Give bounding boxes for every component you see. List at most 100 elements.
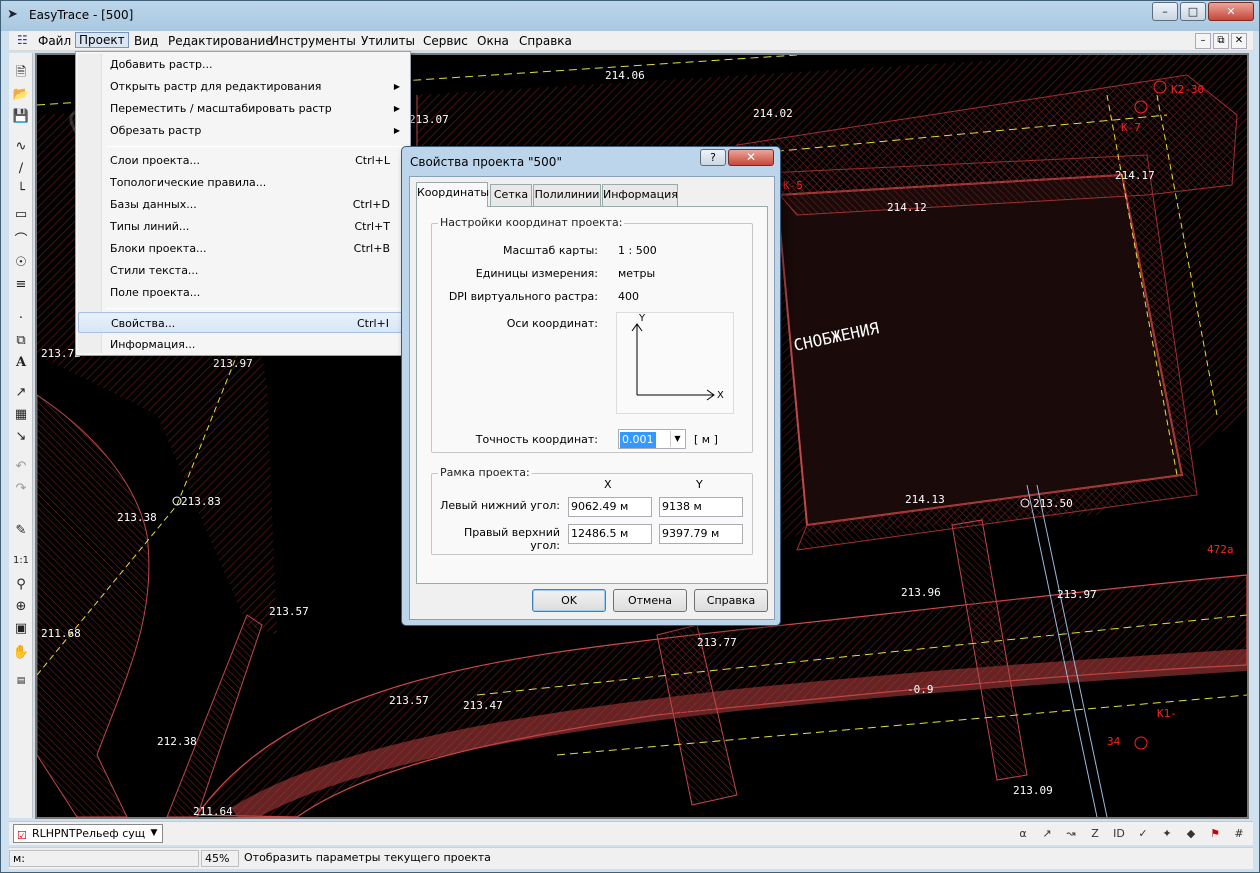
menu-view[interactable]: Вид (131, 33, 161, 49)
upper-right-label: Правый верхний угол: (463, 526, 560, 552)
block-icon[interactable]: ⧉ (11, 331, 31, 351)
map-label: 213.07 (409, 113, 449, 126)
z-snap-icon[interactable]: Z (1085, 824, 1105, 844)
menu-project[interactable]: Проект (75, 32, 129, 48)
arc-icon[interactable]: ⌒ (11, 231, 31, 251)
lower-left-x-field[interactable]: 9062.49 м (568, 497, 652, 517)
map-label: 213.50 (1033, 497, 1073, 510)
undo-icon[interactable]: ↶ (11, 457, 31, 477)
close-button[interactable]: ✕ (1208, 2, 1254, 21)
menu-item-add-raster[interactable]: Добавить растр... (78, 54, 408, 75)
menu-edit[interactable]: Редактирование (165, 33, 276, 49)
menu-tools[interactable]: Инструменты (267, 33, 359, 49)
mdi-controls: – ⧉ ✕ (1193, 32, 1247, 49)
menu-item-text-styles[interactable]: Стили текста... (78, 260, 408, 281)
menu-item-topology[interactable]: Топологические правила... (78, 172, 408, 193)
polyline-icon[interactable]: ∿ (11, 137, 31, 157)
zoom-in-icon[interactable]: ⊕ (11, 597, 31, 617)
node-icon[interactable]: ◆ (1181, 824, 1201, 844)
layer-select[interactable]: ☑ RLHPNTРельеф сущ ▼ (13, 824, 163, 843)
help-button[interactable]: Справка (694, 589, 768, 612)
cancel-button[interactable]: Отмена (613, 589, 687, 612)
open-icon[interactable]: 📂 (11, 85, 31, 105)
menu-separator (106, 146, 404, 147)
ok-button[interactable]: OK (532, 589, 606, 612)
units-label: Единицы измерения: (475, 267, 598, 280)
check-icon[interactable]: ✓ (1133, 824, 1153, 844)
precision-label: Точность координат: (475, 433, 598, 446)
menu-service[interactable]: Сервис (420, 33, 471, 49)
menu-item-project-field[interactable]: Поле проекта... (78, 282, 408, 303)
new-icon[interactable]: 🗎 (11, 63, 31, 83)
menu-item-crop-raster[interactable]: Обрезать растр ▶ (78, 120, 408, 141)
precision-value: 0.001 (620, 432, 656, 448)
upper-right-x-field[interactable]: 12486.5 м (568, 524, 652, 544)
node-select-icon[interactable]: ↘ (11, 427, 31, 447)
save-icon[interactable]: 💾 (11, 107, 31, 127)
circle-icon[interactable]: ☉ (11, 253, 31, 273)
precision-select[interactable]: 0.001 ▼ (618, 429, 686, 449)
minimize-button[interactable]: – (1152, 2, 1178, 21)
snap-arrow-icon[interactable]: ↝ (1061, 824, 1081, 844)
tab-coordinates[interactable]: Координаты (416, 182, 489, 207)
grid-snap-icon[interactable]: # (1229, 824, 1249, 844)
menu-item-information[interactable]: Информация... (78, 334, 408, 355)
chevron-down-icon: ▼ (150, 828, 158, 838)
layer-bar: ☑ RLHPNTРельеф сущ ▼ α ↗ ↝ Z ID ✓ ✦ ◆ ⚑ # (9, 821, 1253, 845)
id-icon[interactable]: ID (1109, 824, 1129, 844)
map-label: К-7 (1121, 121, 1141, 134)
zoom-icon[interactable]: ⚲ (11, 575, 31, 595)
text-icon[interactable]: A (11, 353, 31, 373)
hatch-icon[interactable]: ≡ (11, 275, 31, 295)
tab-grid[interactable]: Сетка (490, 184, 532, 206)
pencil-icon[interactable]: ✎ (11, 521, 31, 541)
mdi-restore-icon[interactable]: ⧉ (1213, 33, 1229, 49)
point-icon[interactable]: · (11, 309, 31, 329)
pan-hand-icon[interactable]: ✋ (11, 643, 31, 663)
lower-left-y-field[interactable]: 9138 м (659, 497, 743, 517)
mdi-close-icon[interactable]: ✕ (1231, 33, 1247, 49)
maximize-button[interactable]: □ (1180, 2, 1206, 21)
attribute-icon[interactable]: α (1013, 824, 1033, 844)
tab-information[interactable]: Информация (602, 184, 678, 206)
submenu-arrow-icon: ▶ (393, 126, 400, 135)
map-label: 213.97 (213, 357, 253, 370)
dialog-close-button[interactable]: ✕ (728, 149, 774, 166)
zoom-1to1-icon[interactable]: 1:1 (11, 551, 31, 571)
menu-item-line-types[interactable]: Типы линий... Ctrl+T (78, 216, 408, 237)
tab-panel: Настройки координат проекта: Масштаб кар… (416, 206, 768, 584)
menu-file[interactable]: Файл (35, 33, 74, 49)
select-icon[interactable]: ↗ (11, 383, 31, 403)
dialog-help-button[interactable]: ? (700, 149, 726, 166)
snap-line-icon[interactable]: ↗ (1037, 824, 1057, 844)
redo-icon[interactable]: ↷ (11, 479, 31, 499)
menu-item-blocks[interactable]: Блоки проекта... Ctrl+B (78, 238, 408, 259)
menu-utilities[interactable]: Утилиты (358, 33, 418, 49)
step-line-icon[interactable]: └ (11, 181, 31, 201)
menu-windows[interactable]: Окна (474, 33, 512, 49)
zoom-extents-icon[interactable]: ▣ (11, 619, 31, 639)
snap-toolbar: α ↗ ↝ Z ID ✓ ✦ ◆ ⚑ # (1009, 824, 1249, 844)
menu-item-databases[interactable]: Базы данных... Ctrl+D (78, 194, 408, 215)
menu-help[interactable]: Справка (516, 33, 575, 49)
mdi-minimize-icon[interactable]: – (1195, 33, 1211, 49)
upper-right-y-field[interactable]: 9397.79 м (659, 524, 743, 544)
line-icon[interactable]: ∕ (11, 159, 31, 179)
rectangle-icon[interactable]: ▭ (11, 205, 31, 225)
map-label: 214.13 (905, 493, 945, 506)
map-label: 213.96 (901, 586, 941, 599)
tab-polylines[interactable]: Полилинии (533, 184, 601, 206)
ruler-icon[interactable]: ▤ (11, 671, 31, 691)
checkbox-icon: ☑ (17, 829, 27, 842)
project-menu: Добавить растр... Открыть растр для реда… (75, 51, 411, 356)
red-flag-icon[interactable]: ⚑ (1205, 824, 1225, 844)
scale-label: Масштаб карты: (503, 244, 598, 257)
menu-item-move-raster[interactable]: Переместить / масштабировать растр ▶ (78, 98, 408, 119)
menu-item-properties[interactable]: Свойства... Ctrl+I (78, 312, 408, 333)
menu-item-open-raster[interactable]: Открыть растр для редактирования ▶ (78, 76, 408, 97)
magic-icon[interactable]: ✦ (1157, 824, 1177, 844)
grid-select-icon[interactable]: ▦ (11, 405, 31, 425)
menu-item-layers[interactable]: Слои проекта... Ctrl+L (78, 150, 408, 171)
dpi-value: 400 (618, 290, 639, 303)
lower-left-label: Левый нижний угол: (440, 499, 560, 512)
